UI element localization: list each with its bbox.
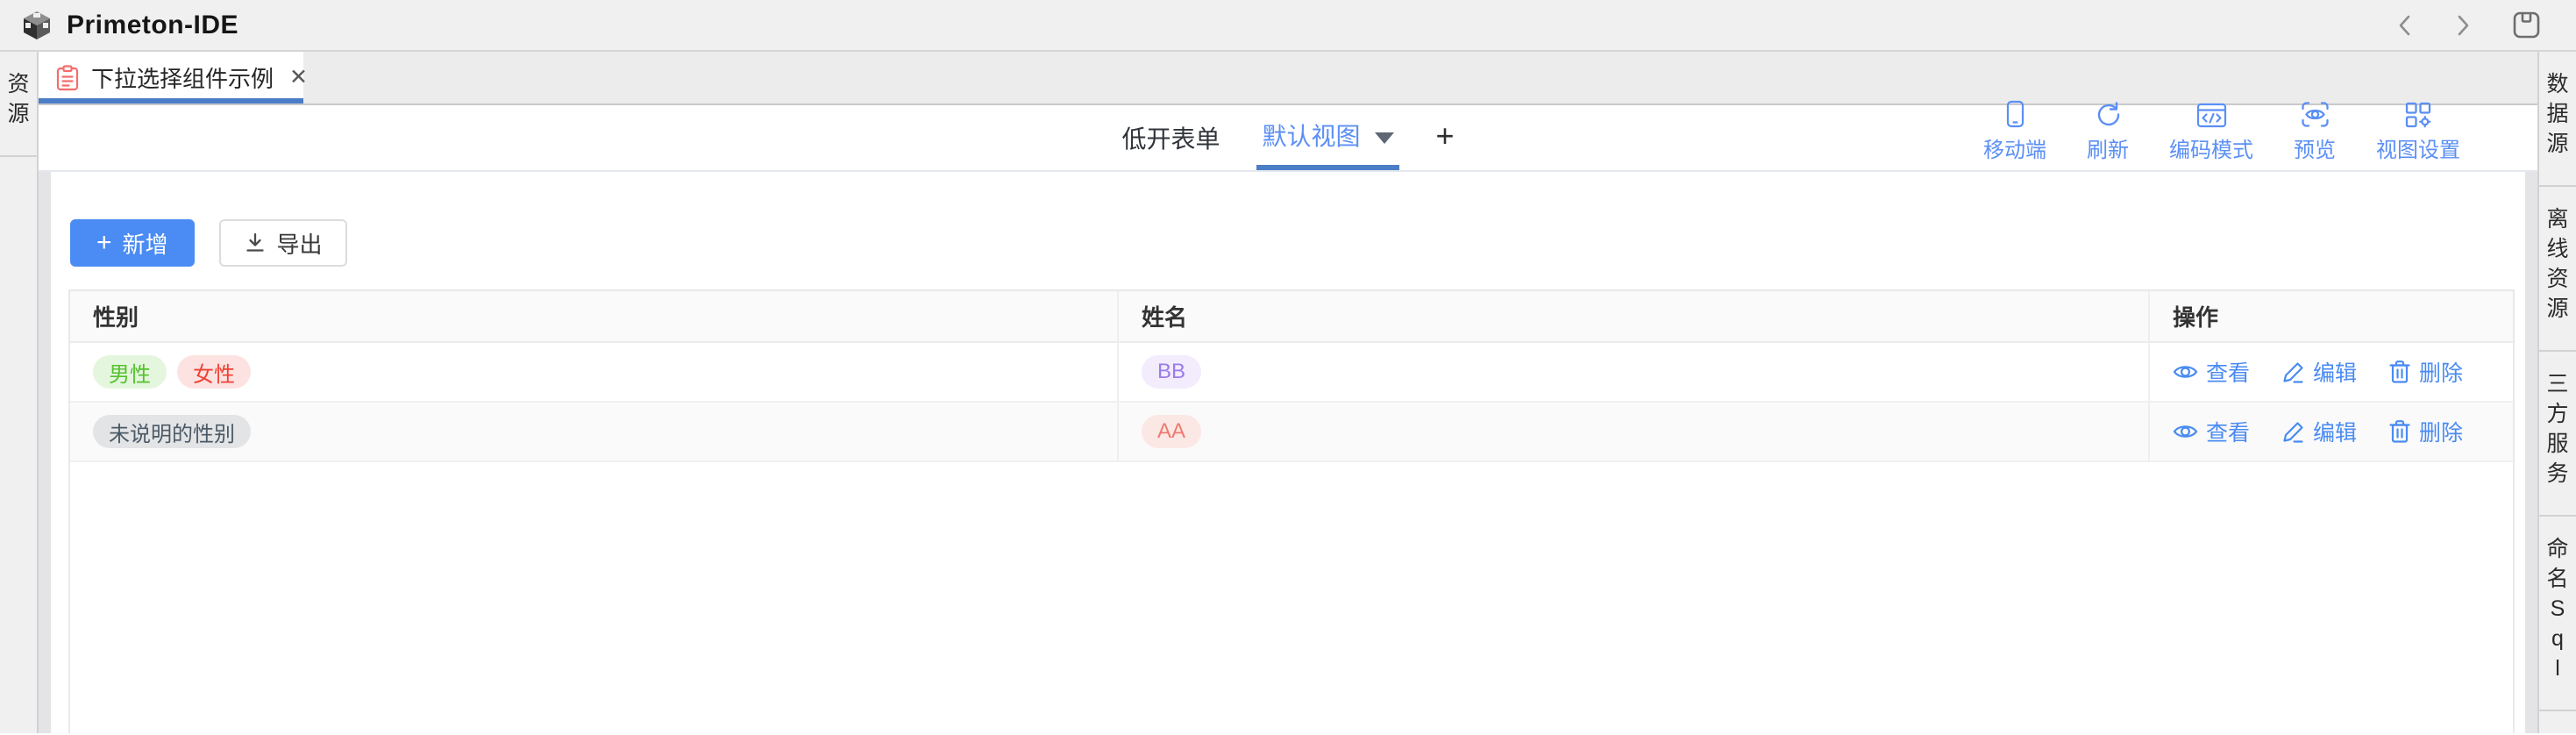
title-bar: Primeton-IDE [0,0,2576,52]
pencil-icon [2281,420,2305,444]
tag: 未说明的性别 [93,415,251,448]
low-code-form-label[interactable]: 低开表单 [1121,120,1220,155]
rail-item-resources[interactable]: 资源 [0,52,37,157]
table-header-row: 性别 姓名 操作 [70,291,2513,343]
rail-item-data-source[interactable]: 数据源 [2539,52,2576,187]
eye-icon [2173,422,2198,441]
preview-button[interactable]: 预览 [2294,101,2336,163]
save-icon[interactable] [2512,11,2541,39]
rail-item-char: 资 [7,69,29,99]
add-button[interactable]: + 新增 [70,219,195,267]
tab-label: 下拉选择组件示例 [91,61,274,94]
view-action[interactable]: 查看 [2173,356,2250,388]
mobile-button[interactable]: 移动端 [1983,100,2046,163]
rail-item-char: 源 [2546,129,2568,159]
tag: AA [1142,415,1201,448]
view-selector[interactable]: 默认视图 [1256,105,1398,170]
rail-item-char: l [2555,653,2560,683]
form-canvas: + 新增 导出 [51,172,2525,733]
column-header-name: 姓名 [1142,300,1187,332]
trash-icon [2388,360,2411,384]
rail-item-char: 服 [2546,429,2568,459]
rail-item-third-party-services[interactable]: 三方服务 [2539,352,2576,517]
main-body: 资源 下拉选择组件示例 ✕ 低开表单 默认视图 [0,52,2576,733]
rail-item-char: 务 [2546,459,2568,489]
history-back-icon[interactable] [2396,12,2414,39]
refresh-icon [2095,101,2122,128]
rail-item-char: q [2551,624,2564,653]
delete-action[interactable]: 删除 [2388,356,2463,388]
plus-icon: + [96,230,112,256]
view-action[interactable]: 查看 [2173,416,2250,447]
view-settings-grid-icon [2405,102,2431,128]
eye-icon [2173,362,2198,382]
workspace: + 新增 导出 [39,172,2537,733]
tab-dropdown-component-example[interactable]: 下拉选择组件示例 ✕ [39,52,303,103]
column-header-gender: 性别 [93,300,139,332]
delete-action[interactable]: 删除 [2388,416,2463,447]
pencil-icon [2281,360,2305,384]
code-mode-icon [2196,103,2227,128]
table-button-row: + 新增 导出 [70,219,2515,267]
code-mode-button[interactable]: 编码模式 [2169,103,2253,163]
rail-item-offline-resources[interactable]: 离线资源 [2539,187,2576,352]
preview-eye-icon [2301,101,2330,128]
tag: 男性 [93,355,167,389]
rail-item-char: 名 [2546,564,2568,594]
left-gutter [39,172,51,733]
data-table: 性别 姓名 操作 男性女性BB 查看 编 [68,289,2515,733]
toolbar-actions: 移动端 刷新 [1983,105,2460,170]
toolbar-center: 低开表单 默认视图 + [1121,105,1454,170]
table-row: 未说明的性别 AA 查看 编辑 [70,403,2513,462]
tag: 女性 [177,355,251,389]
form-document-icon [56,65,79,91]
rail-item-char: S [2551,594,2565,624]
download-icon [244,232,267,254]
trash-icon [2388,419,2411,444]
rail-item-char: 资 [2546,264,2568,294]
rail-item-char: 源 [2546,294,2568,324]
mobile-icon [2006,100,2025,128]
rail-item-named-sql[interactable]: 命名Sql [2539,517,2576,711]
rail-item-char: 数 [2546,69,2568,99]
center-column: 下拉选择组件示例 ✕ 低开表单 默认视图 + [39,52,2537,733]
row-actions: 查看 编辑 删除 [2173,356,2463,388]
left-rail: 资源 [0,52,39,733]
view-selector-label: 默认视图 [1262,118,1360,153]
rail-item-char: 方 [2546,399,2568,429]
row-actions: 查看 编辑 删除 [2173,416,2463,447]
chevron-down-icon [1375,132,1394,144]
history-forward-icon[interactable] [2454,12,2472,39]
rail-item-char: 据 [2546,99,2568,129]
view-settings-button[interactable]: 视图设置 [2376,102,2460,163]
rail-item-char: 命 [2546,534,2568,564]
tab-close-icon[interactable]: ✕ [289,67,308,89]
view-toolbar: 低开表单 默认视图 + 移动端 [39,105,2537,172]
column-header-actions: 操作 [2173,300,2218,332]
app-logo-icon [21,10,53,41]
rail-item-char: 离 [2546,204,2568,234]
right-gutter [2525,172,2537,733]
rail-item-char: 线 [2546,234,2568,264]
table-row: 男性女性 BB 查看 编辑 [70,343,2513,403]
edit-action[interactable]: 编辑 [2281,416,2357,447]
tab-strip: 下拉选择组件示例 ✕ [39,52,2537,105]
rail-item-char: 三 [2546,369,2568,399]
table-body: 男性女性 BB 查看 编辑 [70,343,2513,462]
edit-action[interactable]: 编辑 [2281,356,2357,388]
refresh-button[interactable]: 刷新 [2087,101,2129,163]
app-title: Primeton-IDE [67,11,238,40]
right-rail: 数据源离线资源三方服务命名Sql [2537,52,2576,733]
tag: BB [1142,355,1201,389]
rail-item-char: 源 [7,99,29,129]
add-view-button[interactable]: + [1436,118,1455,158]
export-button[interactable]: 导出 [219,219,347,267]
